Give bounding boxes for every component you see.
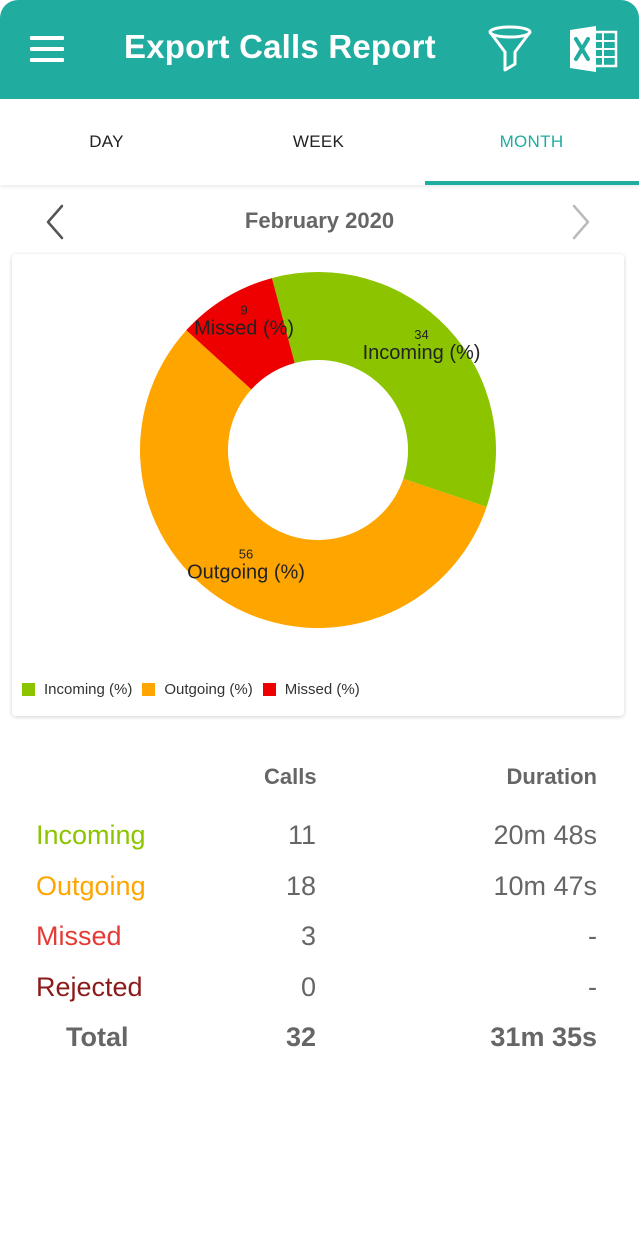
stats-row-missed: Missed 3 - (0, 915, 639, 959)
excel-icon[interactable] (568, 26, 620, 72)
tab-month[interactable]: MONTH (425, 99, 638, 185)
chevron-right-icon[interactable] (564, 202, 596, 242)
slice-name-label: Missed (%) (194, 318, 294, 340)
legend-item: Incoming (%) (22, 681, 132, 698)
row-duration: 10m 47s (493, 871, 597, 901)
page-title: Export Calls Report (124, 28, 436, 65)
filter-icon[interactable] (486, 24, 534, 74)
app-bar: Export Calls Report (0, 0, 639, 99)
row-calls: 11 (287, 820, 316, 850)
period-label: February 2020 (244, 208, 395, 233)
legend-label: Missed (%) (284, 680, 360, 698)
slice-name-label: Incoming (%) (363, 342, 481, 364)
active-tab-indicator (425, 181, 639, 185)
tab-week[interactable]: WEEK (212, 99, 425, 185)
tab-day[interactable]: DAY (0, 99, 213, 185)
calls-column-header: Calls (264, 764, 317, 789)
slice-value-label: 9 (240, 303, 247, 318)
chart-card: 34 Incoming (%) 56 Outgoing (%) 9 Missed (%) … (12, 254, 624, 716)
slice-value-label: 56 (239, 546, 253, 561)
row-label: Missed (36, 921, 122, 951)
row-duration: - (588, 921, 597, 951)
period-navigator: February 2020 (0, 196, 639, 248)
legend-swatch (142, 682, 156, 696)
row-calls: 18 (285, 871, 316, 901)
stats-row-rejected: Rejected 0 - (0, 966, 639, 1010)
legend-item: Outgoing (%) (142, 680, 253, 698)
row-calls: 3 (300, 921, 316, 951)
legend-swatch (262, 682, 276, 696)
row-duration: 31m 35s (490, 1022, 597, 1052)
stats-row-outgoing: Outgoing 18 10m 47s (0, 865, 639, 909)
row-duration: - (588, 972, 597, 1002)
row-duration: 20m 48s (493, 820, 597, 850)
donut-chart: 34Incoming (%) 56Outgoing (%) 9Missed (%) (140, 272, 497, 628)
stats-row-total: Total 32 31m 35s (0, 1016, 639, 1060)
duration-column-header: Duration (506, 764, 597, 789)
row-calls: 32 (285, 1022, 316, 1052)
row-label: Outgoing (36, 871, 146, 901)
menu-icon[interactable] (28, 32, 68, 66)
legend-item: Missed (%) (262, 680, 360, 698)
period-tabs: DAY WEEK MONTH (0, 99, 639, 185)
legend-label: Incoming (%) (44, 680, 133, 698)
chart-legend: Incoming (%) Outgoing (%) Missed (%) (22, 678, 370, 700)
donut-hole (240, 372, 396, 528)
legend-label: Outgoing (%) (164, 680, 253, 698)
row-label: Total (66, 1022, 129, 1052)
slice-name-label: Outgoing (%) (187, 561, 305, 583)
legend-swatch (22, 682, 35, 696)
stats-row-incoming: Incoming 11 20m 48s (0, 814, 639, 858)
row-label: Rejected (36, 972, 143, 1002)
row-label: Incoming (36, 820, 146, 850)
row-calls: 0 (300, 972, 316, 1002)
slice-value-label: 34 (414, 327, 428, 342)
